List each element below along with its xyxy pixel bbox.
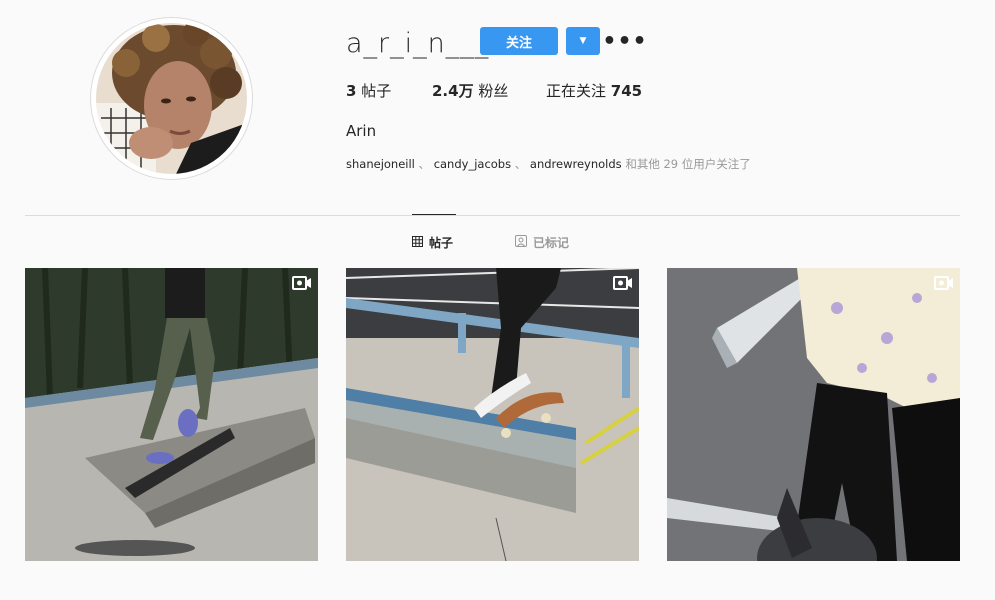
post-thumbnail[interactable] [346, 268, 639, 561]
tagged-icon [515, 235, 527, 250]
post-image [667, 268, 960, 561]
post-image [346, 268, 639, 561]
followers-count: 2.4万 [432, 82, 474, 100]
follow-button[interactable]: 关注 [480, 27, 558, 55]
follower-link[interactable]: andrewreynolds [530, 157, 622, 171]
post-thumbnail[interactable] [25, 268, 318, 561]
follow-dropdown-button[interactable]: ▼ [566, 27, 600, 55]
video-icon [934, 276, 954, 290]
follower-link[interactable]: shanejoneill [346, 157, 415, 171]
full-name: Arin [346, 122, 377, 140]
more-options-icon: ••• [602, 28, 648, 54]
video-icon [292, 276, 312, 290]
more-options-button[interactable]: ••• [602, 27, 646, 55]
post-image [25, 268, 318, 561]
posts-label: 帖子 [356, 82, 392, 100]
posts-count: 3 [346, 82, 357, 100]
username: a_r_i_n___ [346, 28, 490, 59]
avatar[interactable] [96, 23, 247, 174]
followers-label: 粉丝 [473, 82, 509, 100]
followers-stat[interactable]: 2.4万 粉丝 [432, 80, 508, 101]
following-count: 745 [610, 82, 643, 100]
posts-stat: 3 帖子 [346, 80, 391, 101]
following-stat[interactable]: 正在关注 745 [546, 80, 642, 101]
tab-tagged[interactable]: 已标记 [515, 234, 569, 251]
tabs-divider [25, 215, 960, 216]
separator: 、 [514, 157, 527, 171]
tab-posts[interactable]: 帖子 [412, 234, 453, 251]
tab-tagged-label: 已标记 [533, 236, 570, 250]
video-icon [613, 276, 633, 290]
post-thumbnail[interactable] [667, 268, 960, 561]
active-tab-indicator [412, 214, 456, 215]
following-label: 正在关注 [546, 82, 611, 100]
chevron-down-icon: ▼ [579, 36, 587, 46]
tab-posts-label: 帖子 [429, 236, 454, 250]
separator: 、 [418, 157, 431, 171]
grid-icon [412, 235, 423, 250]
followed-by-text[interactable]: shanejoneill 、 candy_jacobs 、 andrewreyn… [346, 156, 751, 172]
followed-by-suffix: 和其他 29 位用户关注了 [621, 157, 751, 171]
follower-link[interactable]: candy_jacobs [434, 157, 511, 171]
